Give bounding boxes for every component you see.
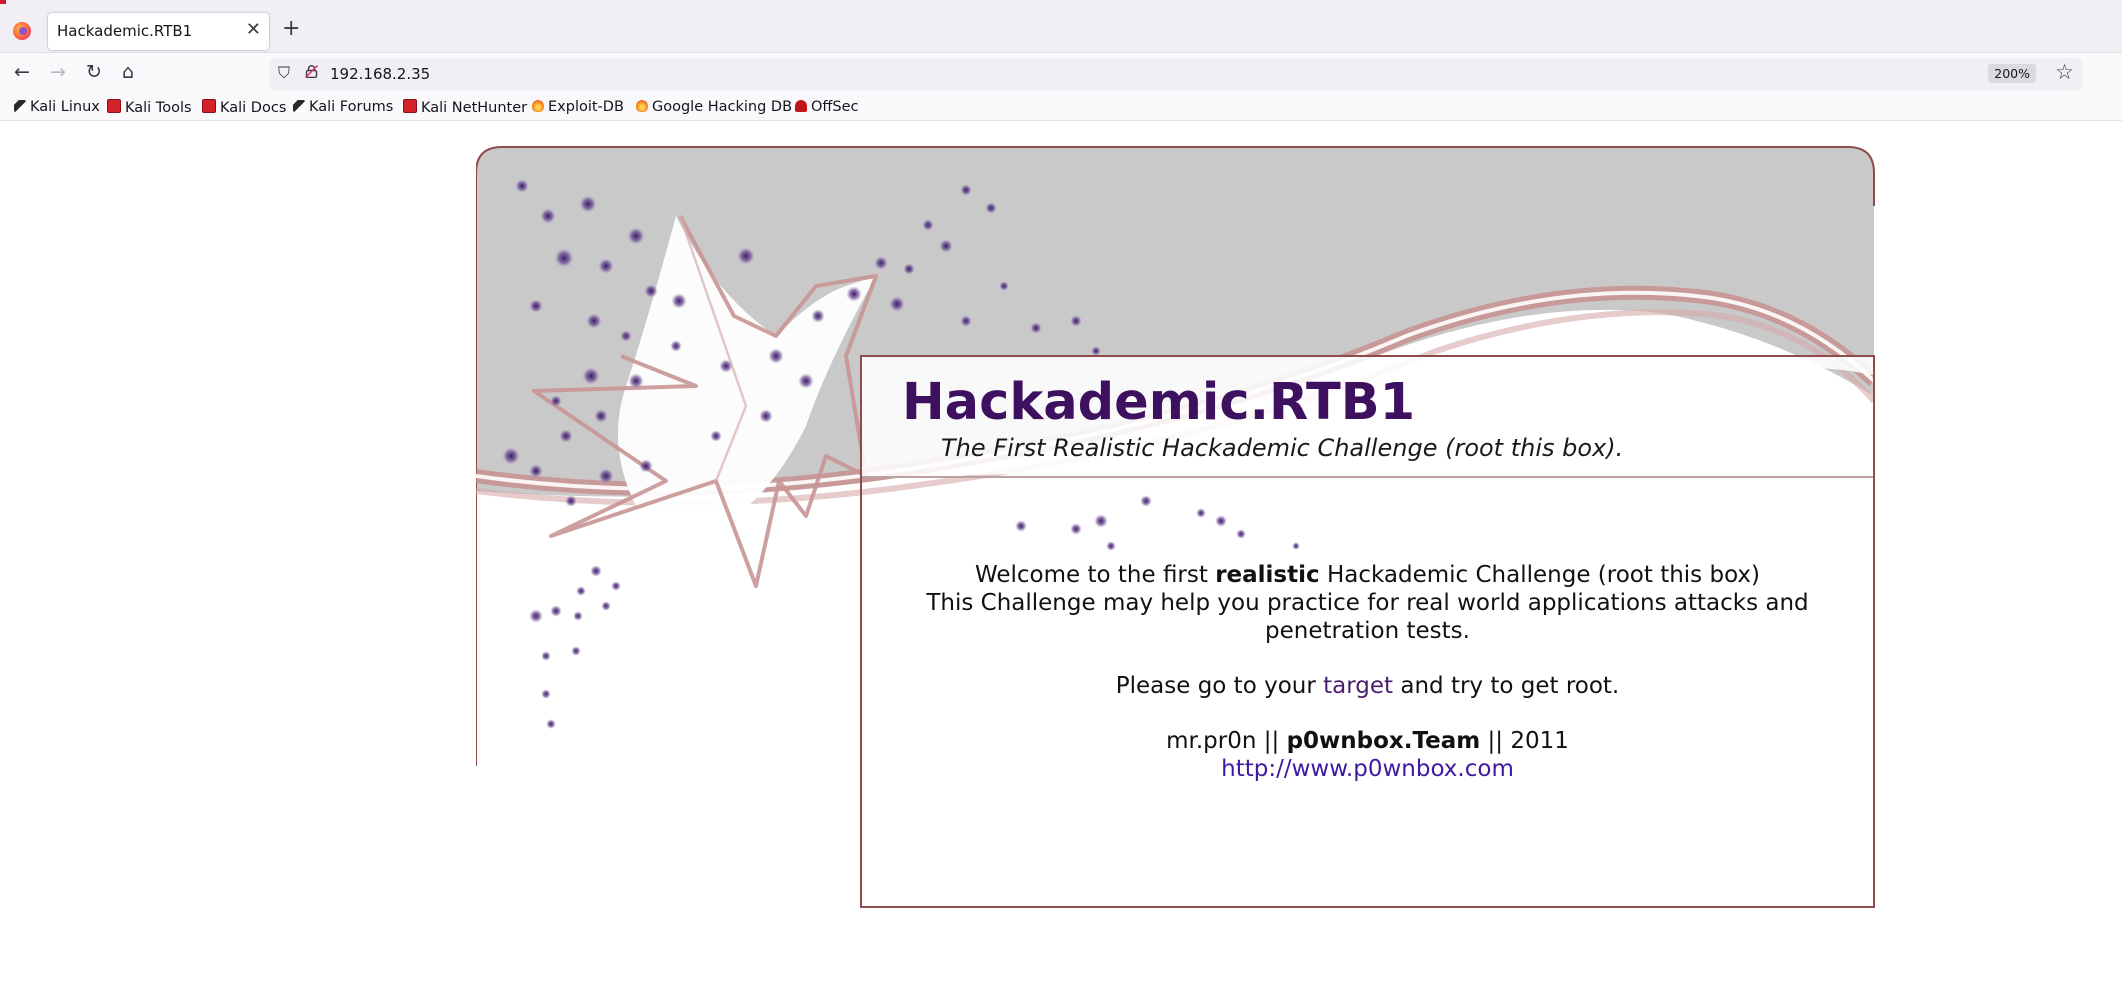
forward-button[interactable]: → <box>50 61 66 83</box>
website-link[interactable]: http://www.p0wnbox.com <box>1221 756 1514 782</box>
tab-close-icon[interactable]: ✕ <box>246 19 261 40</box>
zoom-indicator[interactable]: 200% <box>1988 64 2036 83</box>
bookmark-google-hacking-db[interactable]: Google Hacking DB <box>636 99 792 115</box>
firefox-icon[interactable] <box>13 22 31 40</box>
welcome-text: Welcome to the first realistic Hackademi… <box>862 561 1873 783</box>
offsec-icon <box>795 100 807 112</box>
tracking-protection-icon[interactable]: ⛉ <box>278 63 290 83</box>
bookmark-offsec[interactable]: OffSec <box>795 99 859 115</box>
bookmarks-toolbar: Kali Linux Kali Tools Kali Docs Kali For… <box>0 95 2122 121</box>
goto-pre: Please go to your <box>1115 673 1324 699</box>
kali-red-icon <box>202 99 216 113</box>
website-line: http://www.p0wnbox.com <box>862 755 1873 783</box>
kali-dragon-icon <box>14 100 26 112</box>
exploitdb-icon <box>636 100 648 112</box>
bookmark-kali-tools[interactable]: Kali Tools <box>107 99 192 116</box>
bookmark-kali-linux[interactable]: Kali Linux <box>14 99 100 115</box>
practice-line: This Challenge may help you practice for… <box>926 590 1809 644</box>
kali-red-icon <box>107 99 121 113</box>
author-name: mr.pr0n || <box>1166 728 1287 754</box>
back-button[interactable]: ← <box>14 61 30 83</box>
year-text: || 2011 <box>1480 728 1569 754</box>
tab-strip: Hackademic.RTB1 ✕ + <box>0 0 2122 52</box>
reload-button[interactable]: ↻ <box>86 61 102 83</box>
window-corner-mark <box>0 0 6 4</box>
bookmark-kali-nethunter[interactable]: Kali NetHunter <box>403 99 527 116</box>
url-text[interactable]: 192.168.2.35 <box>330 65 430 83</box>
tab-title: Hackademic.RTB1 <box>57 22 193 40</box>
address-bar[interactable]: ⛉ 192.168.2.35 200% ☆ <box>270 58 2082 90</box>
site-subtitle: The First Realistic Hackademic Challenge… <box>941 434 1624 462</box>
exploitdb-icon <box>532 100 544 112</box>
page-viewport: Hackademic.RTB1 The First Realistic Hack… <box>0 121 2122 1008</box>
bookmark-star-icon[interactable]: ☆ <box>2055 60 2074 84</box>
navigation-toolbar: ← → ↻ ⌂ ⛉ 192.168.2.35 200% ☆ <box>0 52 2122 95</box>
welcome-line: Welcome to the first realistic Hackademi… <box>862 561 1873 589</box>
kali-dragon-icon <box>293 100 305 112</box>
target-link[interactable]: target <box>1323 673 1393 699</box>
goto-post: and try to get root. <box>1393 673 1620 699</box>
welcome-post: Hackademic Challenge (root this box) <box>1319 562 1761 588</box>
new-tab-button[interactable]: + <box>282 16 300 41</box>
goto-line: Please go to your target and try to get … <box>862 672 1873 700</box>
welcome-pre: Welcome to the first <box>974 562 1216 588</box>
site-title: Hackademic.RTB1 <box>902 373 1416 432</box>
bookmark-exploit-db[interactable]: Exploit-DB <box>532 99 624 115</box>
bookmark-kali-forums[interactable]: Kali Forums <box>293 99 393 115</box>
welcome-bold: realistic <box>1215 562 1320 588</box>
kali-red-icon <box>403 99 417 113</box>
team-name: p0wnbox.Team <box>1286 728 1481 754</box>
insecure-lock-icon[interactable] <box>305 65 318 78</box>
bookmark-kali-docs[interactable]: Kali Docs <box>202 99 286 116</box>
credits-line: mr.pr0n || p0wnbox.Team || 2011 <box>862 727 1873 755</box>
home-button[interactable]: ⌂ <box>122 61 134 83</box>
tab-active[interactable]: Hackademic.RTB1 ✕ <box>48 13 269 50</box>
